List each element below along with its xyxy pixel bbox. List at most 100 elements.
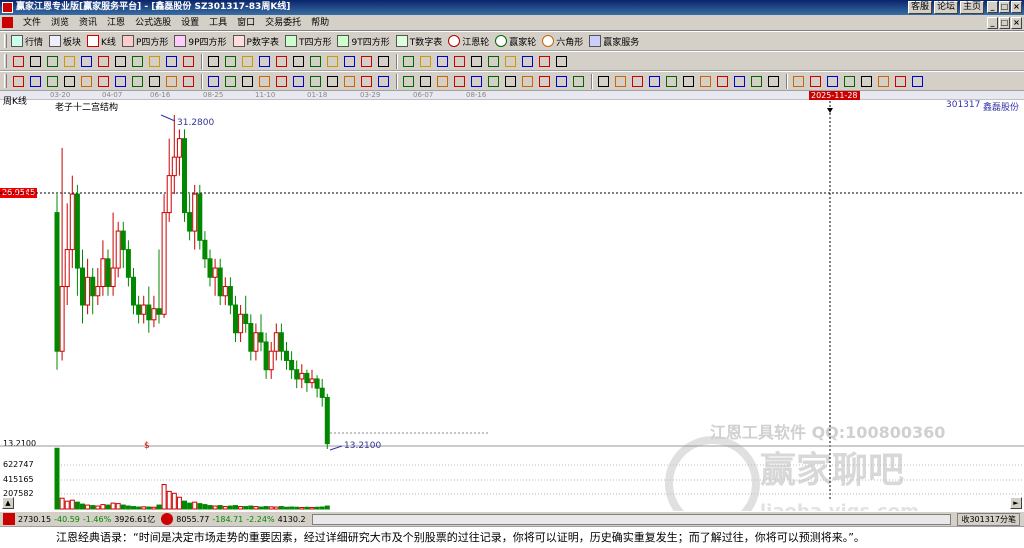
link-home[interactable]: 主页 <box>959 1 984 14</box>
tool-button[interactable] <box>79 54 94 69</box>
tool-button[interactable] <box>520 74 535 89</box>
tool-button[interactable] <box>130 54 145 69</box>
tool-button[interactable] <box>164 54 179 69</box>
status-scrollbar[interactable] <box>311 513 952 525</box>
link-service[interactable]: 客服 <box>907 1 932 14</box>
tool-button[interactable] <box>910 74 925 89</box>
tb-quotes[interactable]: 行情 <box>11 35 43 48</box>
tool-button[interactable] <box>808 74 823 89</box>
tool-button[interactable] <box>486 54 501 69</box>
tool-button[interactable] <box>537 74 552 89</box>
tb-sectors[interactable]: 板块 <box>49 35 81 48</box>
tool-button[interactable] <box>859 74 874 89</box>
tb-p-table[interactable]: P数字表 <box>232 35 279 48</box>
child-minimize-button[interactable]: _ <box>987 17 998 29</box>
tool-button[interactable] <box>11 74 26 89</box>
tool-button[interactable] <box>698 74 713 89</box>
menu-file[interactable]: 文件 <box>18 15 46 31</box>
tb-gann-wheel[interactable]: 江恩轮 <box>448 35 489 48</box>
tool-button[interactable] <box>681 74 696 89</box>
tool-button[interactable] <box>418 54 433 69</box>
tool-button[interactable] <box>308 54 323 69</box>
tool-button[interactable] <box>274 74 289 89</box>
tool-button[interactable] <box>520 54 535 69</box>
tb-winner-wheel[interactable]: 赢家轮 <box>495 35 536 48</box>
minimize-button[interactable]: _ <box>987 1 998 13</box>
tool-button[interactable] <box>164 74 179 89</box>
menu-window[interactable]: 窗口 <box>232 15 260 31</box>
menu-gann[interactable]: 江恩 <box>102 15 130 31</box>
tool-button[interactable] <box>630 74 645 89</box>
tool-button[interactable] <box>291 54 306 69</box>
tool-button[interactable] <box>876 74 891 89</box>
tool-button[interactable] <box>113 74 128 89</box>
tool-button[interactable] <box>206 74 221 89</box>
kline-chart[interactable]: 31.2800 13.2100 $ <box>0 91 1024 511</box>
tool-button[interactable] <box>359 54 374 69</box>
menu-settings[interactable]: 设置 <box>176 15 204 31</box>
tool-button[interactable] <box>554 74 569 89</box>
tool-button[interactable] <box>893 74 908 89</box>
tool-button[interactable] <box>791 74 806 89</box>
tool-button[interactable] <box>96 74 111 89</box>
tool-button[interactable] <box>257 54 272 69</box>
tool-button[interactable] <box>181 54 196 69</box>
menu-browse[interactable]: 浏览 <box>46 15 74 31</box>
menu-tools[interactable]: 工具 <box>204 15 232 31</box>
menu-formula[interactable]: 公式选股 <box>130 15 176 31</box>
chart-area[interactable]: 03-20 04-07 06-16 08-25 11-10 01-18 03-29 06-07… <box>0 91 1024 531</box>
tool-button[interactable] <box>486 74 501 89</box>
tool-button[interactable] <box>842 74 857 89</box>
link-forum[interactable]: 论坛 <box>933 1 958 14</box>
tool-button[interactable] <box>325 74 340 89</box>
tool-button[interactable] <box>766 74 781 89</box>
tool-button[interactable] <box>223 54 238 69</box>
tool-button[interactable] <box>537 54 552 69</box>
maximize-button[interactable]: □ <box>999 1 1010 13</box>
tool-button[interactable] <box>401 74 416 89</box>
tb-service[interactable]: 赢家服务 <box>589 35 639 48</box>
tb-t-table[interactable]: T数字表 <box>395 35 442 48</box>
tool-button[interactable] <box>452 74 467 89</box>
tool-button[interactable] <box>62 74 77 89</box>
tool-button[interactable] <box>749 74 764 89</box>
tool-button[interactable] <box>257 74 272 89</box>
tool-button[interactable] <box>664 74 679 89</box>
child-restore-button[interactable]: □ <box>999 17 1010 29</box>
tool-button[interactable] <box>469 54 484 69</box>
tool-button[interactable] <box>554 54 569 69</box>
tool-button[interactable] <box>435 54 450 69</box>
tool-button[interactable] <box>401 54 416 69</box>
tool-button[interactable] <box>596 74 611 89</box>
tool-button[interactable] <box>376 74 391 89</box>
tool-button[interactable] <box>240 54 255 69</box>
tool-button[interactable] <box>376 54 391 69</box>
scroll-up-button[interactable]: ▲ <box>2 497 14 509</box>
tool-button[interactable] <box>240 74 255 89</box>
tb-kline[interactable]: K线 <box>87 35 116 48</box>
tool-button[interactable] <box>342 74 357 89</box>
tool-button[interactable] <box>130 74 145 89</box>
tb-9t-square[interactable]: 9T四方形 <box>337 35 390 48</box>
tb-9p-square[interactable]: 9P四方形 <box>174 35 227 48</box>
tool-button[interactable] <box>571 74 586 89</box>
tool-button[interactable] <box>45 74 60 89</box>
tool-button[interactable] <box>28 74 43 89</box>
tb-p-square[interactable]: P四方形 <box>121 35 168 48</box>
tool-button[interactable] <box>206 54 221 69</box>
tool-button[interactable] <box>308 74 323 89</box>
menu-info[interactable]: 资讯 <box>74 15 102 31</box>
tool-button[interactable] <box>113 54 128 69</box>
tool-button[interactable] <box>147 74 162 89</box>
scroll-right-button[interactable]: ► <box>1010 497 1022 509</box>
child-close-button[interactable]: × <box>1011 17 1022 29</box>
tick-data-button[interactable]: 收301317分笔 <box>957 512 1020 526</box>
tb-hexagon[interactable]: 六角形 <box>542 35 583 48</box>
tool-button[interactable] <box>28 54 43 69</box>
tool-button[interactable] <box>647 74 662 89</box>
tb-t-square[interactable]: T四方形 <box>284 35 331 48</box>
tool-button[interactable] <box>825 74 840 89</box>
menu-help[interactable]: 帮助 <box>306 15 334 31</box>
tool-button[interactable] <box>452 54 467 69</box>
tool-button[interactable] <box>503 54 518 69</box>
